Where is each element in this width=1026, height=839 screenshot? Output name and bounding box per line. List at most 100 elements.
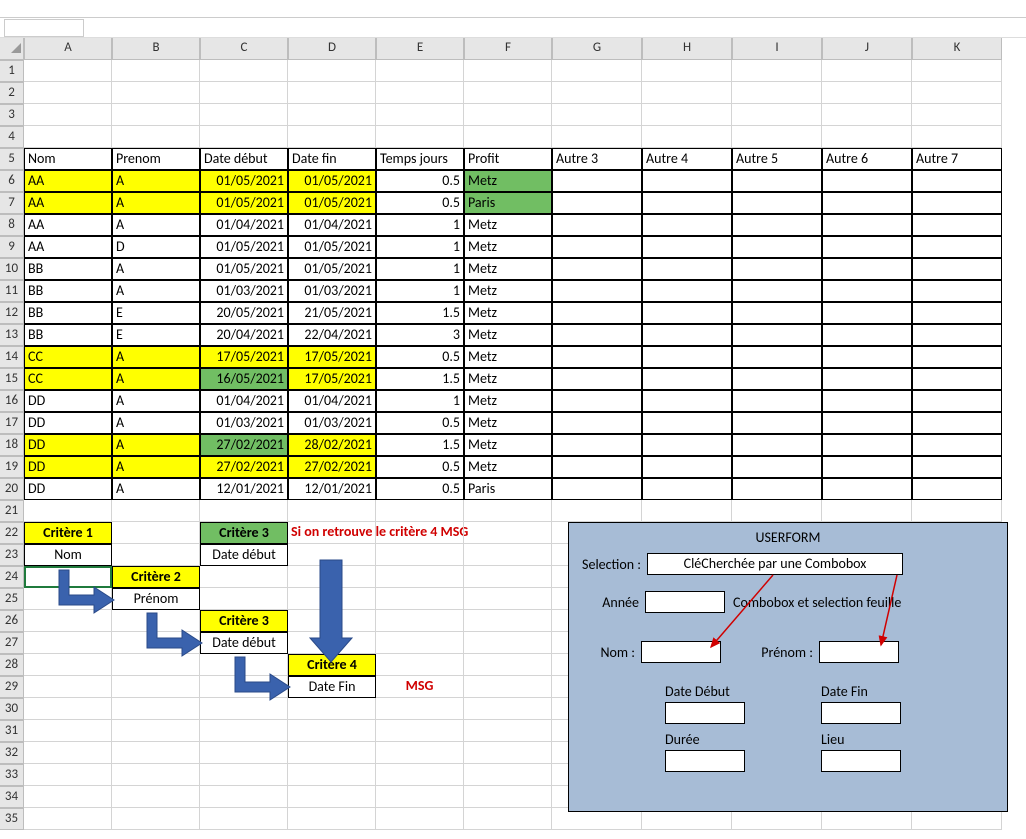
row-header[interactable]: 9 (0, 236, 24, 258)
cell[interactable] (822, 390, 912, 412)
cell[interactable] (552, 236, 642, 258)
cell[interactable] (732, 214, 822, 236)
critere4-title[interactable]: Critère 4 (288, 654, 376, 676)
row-header[interactable]: 29 (0, 676, 24, 698)
cell[interactable] (642, 302, 732, 324)
cell-nom[interactable]: BB (24, 258, 112, 280)
row-header[interactable]: 24 (0, 566, 24, 588)
cell[interactable] (288, 566, 376, 588)
cell[interactable] (552, 434, 642, 456)
cell-nom[interactable]: BB (24, 280, 112, 302)
cell[interactable] (24, 60, 112, 82)
row-header[interactable]: 13 (0, 324, 24, 346)
cell[interactable] (732, 126, 822, 148)
cell-datefin[interactable]: 12/01/2021 (288, 478, 376, 500)
cell-datefin[interactable]: 01/04/2021 (288, 390, 376, 412)
row-header[interactable]: 5 (0, 148, 24, 170)
cell[interactable] (552, 82, 642, 104)
col-header[interactable]: K (912, 38, 1002, 60)
cell[interactable] (552, 126, 642, 148)
cell-datedebut[interactable]: 17/05/2021 (200, 346, 288, 368)
cell[interactable] (732, 82, 822, 104)
cell[interactable] (24, 632, 112, 654)
selection-combobox[interactable]: CléCherchée par une Combobox (647, 553, 903, 575)
cell[interactable] (288, 544, 376, 566)
table-header[interactable]: Temps jours (376, 148, 464, 170)
cell[interactable] (642, 456, 732, 478)
cell-profit[interactable]: Metz (464, 302, 552, 324)
cell[interactable] (552, 302, 642, 324)
cell[interactable] (464, 588, 552, 610)
cell-prenom[interactable]: A (112, 346, 200, 368)
cell[interactable] (822, 478, 912, 500)
cell[interactable] (912, 434, 1002, 456)
cell-prenom[interactable]: A (112, 412, 200, 434)
cell[interactable] (24, 654, 112, 676)
cell[interactable] (732, 478, 822, 500)
cell[interactable] (732, 280, 822, 302)
cell[interactable] (200, 126, 288, 148)
cell[interactable] (288, 610, 376, 632)
cell[interactable] (376, 720, 464, 742)
cell[interactable] (376, 566, 464, 588)
cell[interactable] (552, 412, 642, 434)
cell-prenom[interactable]: A (112, 214, 200, 236)
cell[interactable] (112, 522, 200, 544)
cell[interactable] (464, 786, 552, 808)
cell[interactable] (552, 258, 642, 280)
cell-temps[interactable]: 0.5 (376, 412, 464, 434)
cell[interactable] (912, 214, 1002, 236)
cell[interactable] (24, 610, 112, 632)
row-header[interactable]: 4 (0, 126, 24, 148)
cell[interactable] (112, 610, 200, 632)
cell-nom[interactable]: BB (24, 324, 112, 346)
cell-profit[interactable]: Metz (464, 258, 552, 280)
cell[interactable] (732, 368, 822, 390)
cell[interactable] (112, 500, 200, 522)
cell[interactable] (376, 60, 464, 82)
cell[interactable] (822, 214, 912, 236)
cell[interactable] (200, 698, 288, 720)
cell[interactable] (288, 808, 376, 830)
cell[interactable] (112, 764, 200, 786)
cell[interactable] (912, 82, 1002, 104)
critere4-value[interactable]: Date Fin (288, 676, 376, 698)
cell[interactable] (912, 368, 1002, 390)
cell[interactable] (112, 60, 200, 82)
cell-prenom[interactable]: D (112, 236, 200, 258)
table-header[interactable]: Autre 4 (642, 148, 732, 170)
critere2-title[interactable]: Critère 2 (112, 566, 200, 588)
cell[interactable] (642, 390, 732, 412)
cell[interactable] (822, 412, 912, 434)
cell[interactable] (822, 82, 912, 104)
cell[interactable] (912, 346, 1002, 368)
cell[interactable] (642, 434, 732, 456)
cell[interactable] (288, 632, 376, 654)
cell[interactable] (376, 764, 464, 786)
cell[interactable] (112, 808, 200, 830)
cell[interactable] (112, 632, 200, 654)
cell[interactable] (288, 82, 376, 104)
col-header[interactable]: C (200, 38, 288, 60)
cell[interactable] (200, 808, 288, 830)
cell[interactable] (464, 764, 552, 786)
cell-nom[interactable]: CC (24, 368, 112, 390)
row-header[interactable]: 19 (0, 456, 24, 478)
row-header[interactable]: 11 (0, 280, 24, 302)
cell[interactable] (464, 720, 552, 742)
cell[interactable] (732, 302, 822, 324)
row-header[interactable]: 33 (0, 764, 24, 786)
cell[interactable] (822, 126, 912, 148)
cell-datefin[interactable]: 17/05/2021 (288, 368, 376, 390)
cell[interactable] (24, 764, 112, 786)
cell-nom[interactable]: DD (24, 412, 112, 434)
cell-datefin[interactable]: 01/05/2021 (288, 258, 376, 280)
cell[interactable] (912, 280, 1002, 302)
cell-profit[interactable]: Paris (464, 478, 552, 500)
critere3-value-top[interactable]: Date début (200, 544, 288, 566)
critere1-title[interactable]: Critère 1 (24, 522, 112, 544)
cell-temps[interactable]: 0.5 (376, 456, 464, 478)
cell[interactable] (112, 676, 200, 698)
cell[interactable] (642, 192, 732, 214)
col-header[interactable]: D (288, 38, 376, 60)
